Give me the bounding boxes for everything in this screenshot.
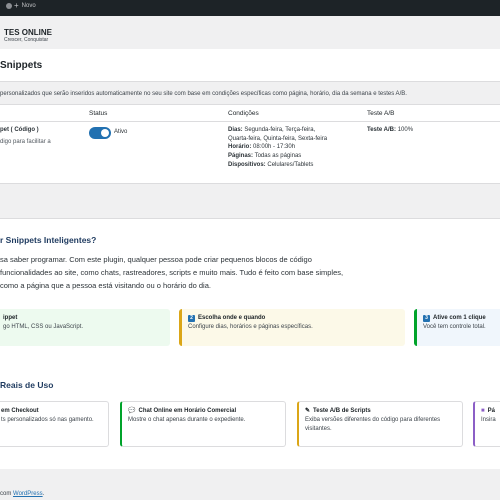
use-card-4: ■ Pá Insira: [473, 401, 500, 447]
info-heading: r Snippets Inteligentes?: [0, 235, 97, 245]
column-header-status[interactable]: Status: [89, 110, 107, 117]
step-desc-3: Você tem controle total.: [423, 324, 486, 330]
step-badge-3: 3: [423, 315, 430, 322]
column-header-conditions[interactable]: Condições: [228, 110, 259, 117]
brand-area: [0, 16, 500, 48]
page-title: Snippets: [0, 60, 43, 71]
step-badge-2: 2: [188, 315, 195, 322]
chat-icon: 💬: [128, 408, 136, 414]
time-label: Horário:: [228, 144, 252, 151]
step-desc-1: go HTML, CSS ou JavaScript.: [3, 324, 84, 330]
footer-credit: com WordPress.: [0, 491, 44, 497]
time-value: 08:00h - 17:30h: [253, 144, 296, 151]
plus-icon: +: [14, 1, 19, 10]
ab-label: Teste A/B:: [367, 127, 397, 133]
step-title-3: Ative com 1 clique: [433, 315, 486, 321]
use-desc-3: Exiba versões diferentes do código para …: [305, 417, 441, 432]
use-title-4: Pá: [487, 408, 495, 414]
footer-prefix: com: [0, 491, 12, 497]
new-content-button[interactable]: + Novo: [14, 1, 36, 10]
uses-heading: Reais de Uso: [0, 380, 54, 390]
ab-cell: Teste A/B: 100%: [367, 126, 413, 135]
use-title-3: Teste A/B de Scripts: [313, 408, 371, 414]
days-value-1: Segunda-feira, Terça-feira,: [244, 127, 316, 133]
use-card-1: em Checkout ts personalizados só nas gam…: [0, 401, 109, 447]
step-title-1: ippet: [3, 315, 18, 321]
use-title-2: Chat Online em Horário Comercial: [138, 408, 237, 414]
page-header: [0, 49, 500, 82]
devices-label: Dispositivos:: [228, 161, 266, 168]
puzzle-icon: ■: [481, 408, 485, 414]
snippet-description: digo para facilitar a: [0, 139, 51, 145]
devices-value: Celulares/Tablets: [267, 161, 314, 168]
snippet-name[interactable]: pet ( Código ): [0, 126, 39, 135]
use-card-3: ✎ Teste A/B de Scripts Exiba versões dife…: [297, 401, 463, 447]
step-card-2: 2 Escolha onde e quando Configure dias, h…: [179, 309, 405, 346]
step-card-1: ippet go HTML, CSS ou JavaScript.: [0, 309, 170, 346]
use-title-1: em Checkout: [1, 408, 39, 414]
days-value-2: Quarta-feira, Quinta-feira, Sexta-feira: [228, 135, 328, 142]
step-title-2: Escolha onde e quando: [198, 315, 266, 321]
info-intro: sa saber programar. Com este plugin, qua…: [0, 255, 344, 290]
table-divider: [0, 121, 500, 122]
days-label: Dias:: [228, 127, 243, 133]
conditions-cell: Dias: Segunda-feira, Terça-feira, Quarta…: [228, 126, 327, 170]
pages-value: Todas as páginas: [254, 153, 302, 160]
step-desc-2: Configure dias, horários e páginas espec…: [188, 324, 313, 330]
page-description: personalizados que serão inseridos autom…: [0, 91, 407, 97]
site-logo-tagline: Crescer, Conquistar: [4, 37, 49, 43]
use-desc-1: ts personalizados só nas gamento.: [1, 417, 94, 423]
use-card-2: 💬 Chat Online em Horário Comercial Mostre…: [120, 401, 286, 447]
ab-value: 100%: [397, 127, 414, 133]
status-toggle[interactable]: [89, 127, 111, 139]
toggle-knob: [101, 129, 109, 137]
wordpress-link[interactable]: WordPress: [13, 491, 43, 497]
new-content-label: Novo: [21, 3, 36, 9]
step-card-3: 3 Ative com 1 clique Você tem controle to…: [414, 309, 500, 346]
site-logo-title[interactable]: TES ONLINE: [4, 28, 52, 37]
footer-suffix: .: [42, 491, 45, 497]
use-desc-2: Mostre o chat apenas durante o expedient…: [128, 417, 246, 423]
wp-logo-icon[interactable]: [6, 3, 12, 9]
admin-bar: + Novo: [0, 0, 500, 16]
pages-label: Páginas:: [228, 153, 254, 160]
use-desc-4: Insira: [481, 417, 496, 423]
status-label: Ativo: [114, 129, 128, 135]
column-header-ab[interactable]: Teste A/B: [367, 110, 394, 117]
pencil-icon: ✎: [305, 408, 311, 414]
